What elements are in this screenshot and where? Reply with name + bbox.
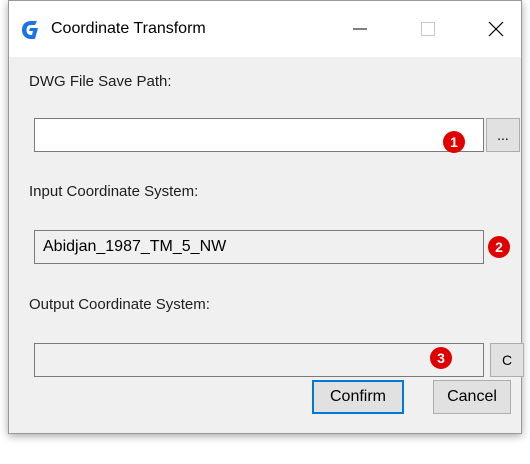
callout-badge-2: 2 [488, 236, 510, 258]
output-coordinate-system-label: Output Coordinate System: [29, 296, 210, 313]
close-icon [488, 21, 504, 37]
dwg-save-path-label: DWG File Save Path: [29, 73, 172, 90]
minimize-icon [353, 28, 367, 30]
g-logo-icon [22, 21, 38, 39]
callout-badge-1: 1 [443, 131, 465, 153]
coordinate-transform-dialog: Coordinate Transform DWG File Save Path:… [8, 0, 524, 434]
output-coordinate-system-field[interactable] [34, 343, 484, 377]
confirm-button[interactable]: Confirm [312, 380, 404, 414]
cancel-button[interactable]: Cancel [433, 380, 511, 414]
dwg-save-path-input[interactable] [34, 118, 484, 152]
input-coordinate-system-label: Input Coordinate System: [29, 183, 199, 200]
choose-coordinate-system-button[interactable]: C [490, 343, 524, 377]
minimize-button[interactable] [335, 1, 385, 57]
close-button[interactable] [471, 1, 521, 57]
maximize-button[interactable] [403, 1, 453, 57]
input-coordinate-system-field[interactable]: Abidjan_1987_TM_5_NW [34, 230, 484, 264]
window-title: Coordinate Transform [51, 20, 206, 37]
callout-badge-3: 3 [430, 347, 452, 369]
title-bar[interactable]: Coordinate Transform [9, 1, 521, 57]
browse-button[interactable]: ... [486, 118, 520, 152]
maximize-icon [421, 22, 435, 36]
